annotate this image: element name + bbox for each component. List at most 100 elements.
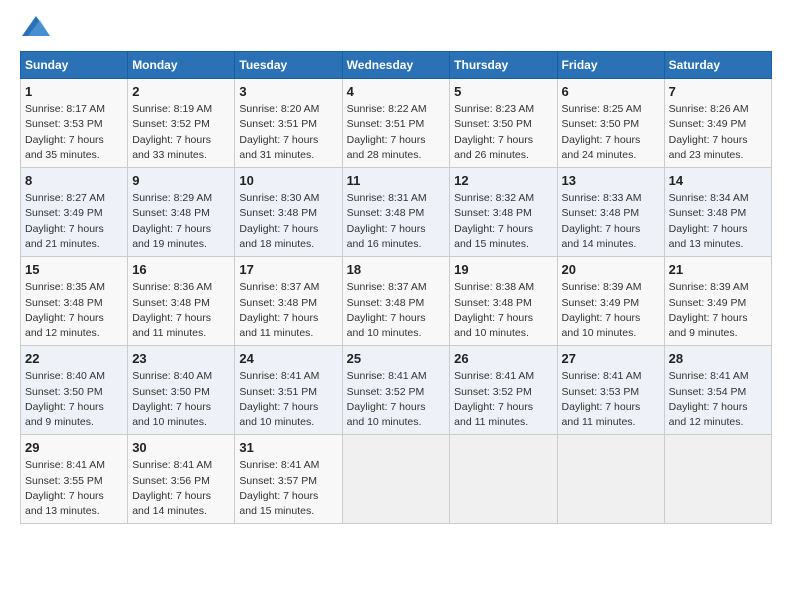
calendar-cell: 31Sunrise: 8:41 AMSunset: 3:57 PMDayligh… xyxy=(235,435,342,524)
calendar-table: SundayMondayTuesdayWednesdayThursdayFrid… xyxy=(20,51,772,524)
day-number: 17 xyxy=(239,261,337,279)
page-header xyxy=(20,16,772,41)
weekday-header-monday: Monday xyxy=(128,52,235,79)
day-detail: Sunrise: 8:34 AMSunset: 3:48 PMDaylight:… xyxy=(669,191,767,252)
calendar-cell: 20Sunrise: 8:39 AMSunset: 3:49 PMDayligh… xyxy=(557,257,664,346)
calendar-cell: 13Sunrise: 8:33 AMSunset: 3:48 PMDayligh… xyxy=(557,168,664,257)
day-detail: Sunrise: 8:41 AMSunset: 3:54 PMDaylight:… xyxy=(669,369,767,430)
calendar-cell: 10Sunrise: 8:30 AMSunset: 3:48 PMDayligh… xyxy=(235,168,342,257)
day-number: 9 xyxy=(132,172,230,190)
calendar-cell: 22Sunrise: 8:40 AMSunset: 3:50 PMDayligh… xyxy=(21,346,128,435)
day-number: 3 xyxy=(239,83,337,101)
calendar-cell xyxy=(664,435,771,524)
day-detail: Sunrise: 8:40 AMSunset: 3:50 PMDaylight:… xyxy=(25,369,123,430)
calendar-cell: 30Sunrise: 8:41 AMSunset: 3:56 PMDayligh… xyxy=(128,435,235,524)
calendar-week-row: 29Sunrise: 8:41 AMSunset: 3:55 PMDayligh… xyxy=(21,435,772,524)
day-number: 24 xyxy=(239,350,337,368)
calendar-cell: 23Sunrise: 8:40 AMSunset: 3:50 PMDayligh… xyxy=(128,346,235,435)
day-detail: Sunrise: 8:39 AMSunset: 3:49 PMDaylight:… xyxy=(669,280,767,341)
calendar-cell: 25Sunrise: 8:41 AMSunset: 3:52 PMDayligh… xyxy=(342,346,450,435)
day-number: 22 xyxy=(25,350,123,368)
day-detail: Sunrise: 8:37 AMSunset: 3:48 PMDaylight:… xyxy=(239,280,337,341)
day-detail: Sunrise: 8:19 AMSunset: 3:52 PMDaylight:… xyxy=(132,102,230,163)
calendar-cell xyxy=(342,435,450,524)
calendar-cell: 29Sunrise: 8:41 AMSunset: 3:55 PMDayligh… xyxy=(21,435,128,524)
weekday-header-friday: Friday xyxy=(557,52,664,79)
calendar-cell: 28Sunrise: 8:41 AMSunset: 3:54 PMDayligh… xyxy=(664,346,771,435)
day-detail: Sunrise: 8:38 AMSunset: 3:48 PMDaylight:… xyxy=(454,280,552,341)
calendar-cell: 14Sunrise: 8:34 AMSunset: 3:48 PMDayligh… xyxy=(664,168,771,257)
calendar-cell: 11Sunrise: 8:31 AMSunset: 3:48 PMDayligh… xyxy=(342,168,450,257)
day-number: 5 xyxy=(454,83,552,101)
calendar-cell xyxy=(557,435,664,524)
day-detail: Sunrise: 8:33 AMSunset: 3:48 PMDaylight:… xyxy=(562,191,660,252)
calendar-cell: 3Sunrise: 8:20 AMSunset: 3:51 PMDaylight… xyxy=(235,79,342,168)
day-number: 26 xyxy=(454,350,552,368)
calendar-week-row: 22Sunrise: 8:40 AMSunset: 3:50 PMDayligh… xyxy=(21,346,772,435)
day-detail: Sunrise: 8:29 AMSunset: 3:48 PMDaylight:… xyxy=(132,191,230,252)
day-detail: Sunrise: 8:22 AMSunset: 3:51 PMDaylight:… xyxy=(347,102,446,163)
day-detail: Sunrise: 8:32 AMSunset: 3:48 PMDaylight:… xyxy=(454,191,552,252)
weekday-header-tuesday: Tuesday xyxy=(235,52,342,79)
day-number: 21 xyxy=(669,261,767,279)
day-detail: Sunrise: 8:41 AMSunset: 3:55 PMDaylight:… xyxy=(25,458,123,519)
day-detail: Sunrise: 8:40 AMSunset: 3:50 PMDaylight:… xyxy=(132,369,230,430)
calendar-cell: 17Sunrise: 8:37 AMSunset: 3:48 PMDayligh… xyxy=(235,257,342,346)
day-number: 11 xyxy=(347,172,446,190)
calendar-week-row: 1Sunrise: 8:17 AMSunset: 3:53 PMDaylight… xyxy=(21,79,772,168)
day-detail: Sunrise: 8:37 AMSunset: 3:48 PMDaylight:… xyxy=(347,280,446,341)
day-number: 12 xyxy=(454,172,552,190)
weekday-header-wednesday: Wednesday xyxy=(342,52,450,79)
weekday-header-row: SundayMondayTuesdayWednesdayThursdayFrid… xyxy=(21,52,772,79)
weekday-header-thursday: Thursday xyxy=(450,52,557,79)
calendar-cell: 26Sunrise: 8:41 AMSunset: 3:52 PMDayligh… xyxy=(450,346,557,435)
day-number: 16 xyxy=(132,261,230,279)
day-number: 23 xyxy=(132,350,230,368)
day-number: 2 xyxy=(132,83,230,101)
calendar-cell: 21Sunrise: 8:39 AMSunset: 3:49 PMDayligh… xyxy=(664,257,771,346)
day-number: 4 xyxy=(347,83,446,101)
day-number: 19 xyxy=(454,261,552,279)
day-number: 20 xyxy=(562,261,660,279)
day-detail: Sunrise: 8:41 AMSunset: 3:52 PMDaylight:… xyxy=(347,369,446,430)
day-number: 8 xyxy=(25,172,123,190)
day-detail: Sunrise: 8:27 AMSunset: 3:49 PMDaylight:… xyxy=(25,191,123,252)
calendar-cell: 7Sunrise: 8:26 AMSunset: 3:49 PMDaylight… xyxy=(664,79,771,168)
calendar-cell: 1Sunrise: 8:17 AMSunset: 3:53 PMDaylight… xyxy=(21,79,128,168)
day-detail: Sunrise: 8:41 AMSunset: 3:52 PMDaylight:… xyxy=(454,369,552,430)
day-number: 10 xyxy=(239,172,337,190)
day-number: 25 xyxy=(347,350,446,368)
calendar-cell: 4Sunrise: 8:22 AMSunset: 3:51 PMDaylight… xyxy=(342,79,450,168)
calendar-cell: 15Sunrise: 8:35 AMSunset: 3:48 PMDayligh… xyxy=(21,257,128,346)
calendar-cell: 12Sunrise: 8:32 AMSunset: 3:48 PMDayligh… xyxy=(450,168,557,257)
day-detail: Sunrise: 8:41 AMSunset: 3:57 PMDaylight:… xyxy=(239,458,337,519)
calendar-cell: 9Sunrise: 8:29 AMSunset: 3:48 PMDaylight… xyxy=(128,168,235,257)
day-detail: Sunrise: 8:35 AMSunset: 3:48 PMDaylight:… xyxy=(25,280,123,341)
calendar-cell: 6Sunrise: 8:25 AMSunset: 3:50 PMDaylight… xyxy=(557,79,664,168)
day-detail: Sunrise: 8:31 AMSunset: 3:48 PMDaylight:… xyxy=(347,191,446,252)
calendar-cell: 5Sunrise: 8:23 AMSunset: 3:50 PMDaylight… xyxy=(450,79,557,168)
calendar-cell: 18Sunrise: 8:37 AMSunset: 3:48 PMDayligh… xyxy=(342,257,450,346)
day-number: 1 xyxy=(25,83,123,101)
calendar-cell: 2Sunrise: 8:19 AMSunset: 3:52 PMDaylight… xyxy=(128,79,235,168)
calendar-cell: 24Sunrise: 8:41 AMSunset: 3:51 PMDayligh… xyxy=(235,346,342,435)
calendar-cell: 8Sunrise: 8:27 AMSunset: 3:49 PMDaylight… xyxy=(21,168,128,257)
calendar-cell: 19Sunrise: 8:38 AMSunset: 3:48 PMDayligh… xyxy=(450,257,557,346)
day-number: 27 xyxy=(562,350,660,368)
weekday-header-sunday: Sunday xyxy=(21,52,128,79)
calendar-cell xyxy=(450,435,557,524)
day-number: 7 xyxy=(669,83,767,101)
day-number: 31 xyxy=(239,439,337,457)
day-detail: Sunrise: 8:41 AMSunset: 3:53 PMDaylight:… xyxy=(562,369,660,430)
day-detail: Sunrise: 8:36 AMSunset: 3:48 PMDaylight:… xyxy=(132,280,230,341)
calendar-cell: 16Sunrise: 8:36 AMSunset: 3:48 PMDayligh… xyxy=(128,257,235,346)
day-number: 14 xyxy=(669,172,767,190)
day-detail: Sunrise: 8:41 AMSunset: 3:56 PMDaylight:… xyxy=(132,458,230,519)
day-number: 29 xyxy=(25,439,123,457)
day-detail: Sunrise: 8:25 AMSunset: 3:50 PMDaylight:… xyxy=(562,102,660,163)
calendar-week-row: 8Sunrise: 8:27 AMSunset: 3:49 PMDaylight… xyxy=(21,168,772,257)
logo xyxy=(20,16,50,41)
day-detail: Sunrise: 8:17 AMSunset: 3:53 PMDaylight:… xyxy=(25,102,123,163)
day-number: 13 xyxy=(562,172,660,190)
weekday-header-saturday: Saturday xyxy=(664,52,771,79)
